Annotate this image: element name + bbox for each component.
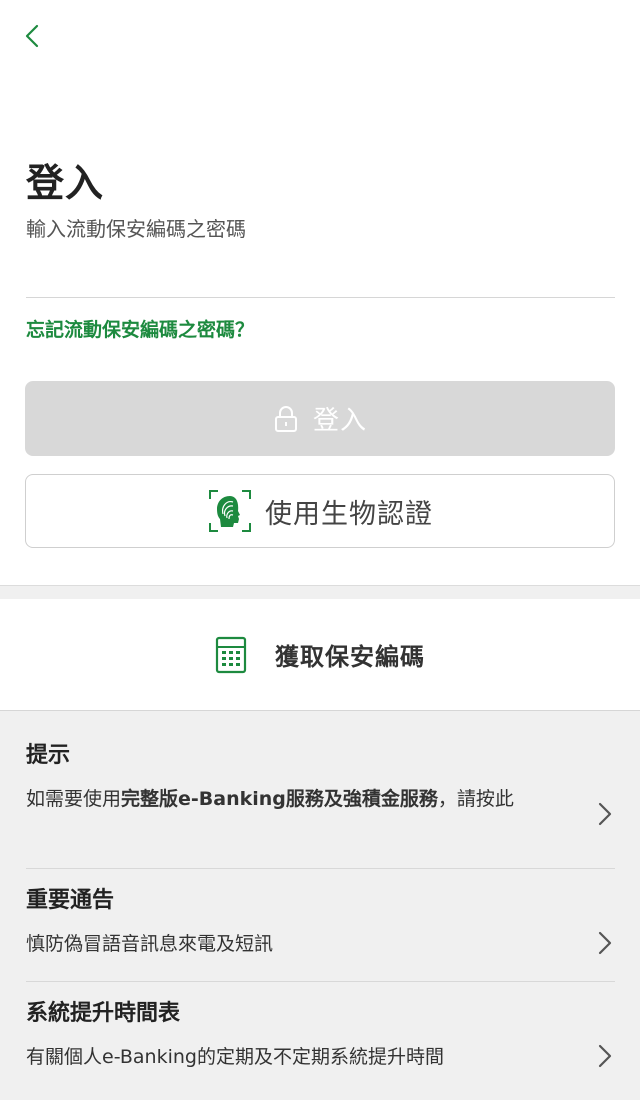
- get-security-code-label: 獲取保安編碼: [275, 643, 425, 671]
- login-panel: 登入 輸入流動保安編碼之密碼 忘記流動保安編碼之密碼？ 登入 使用生物認證: [0, 0, 640, 585]
- back-button[interactable]: [18, 20, 50, 52]
- tip-desc-end: ，請按此: [437, 788, 514, 810]
- schedule-title: 系統提升時間表: [26, 1001, 181, 1026]
- biometric-button[interactable]: 使用生物認證: [25, 474, 615, 548]
- divider: [26, 981, 615, 982]
- login-button[interactable]: 登入: [25, 381, 615, 456]
- fingerprint-face-icon: [209, 490, 251, 532]
- tip-desc-text: 如需要使用: [26, 788, 122, 810]
- get-security-code-row[interactable]: 獲取保安編碼: [0, 599, 640, 711]
- chevron-right-icon: [598, 931, 612, 955]
- notice-item[interactable]: 重要通告 慎防偽冒語音訊息來電及短訊: [26, 882, 615, 960]
- forgot-password-link[interactable]: 忘記流動保安編碼之密碼？: [26, 315, 254, 342]
- biometric-button-label: 使用生物認證: [265, 498, 433, 530]
- schedule-item[interactable]: 系統提升時間表 有關個人e-Banking的定期及不定期系統提升時間: [26, 995, 615, 1073]
- chevron-right-icon: [598, 802, 612, 826]
- login-button-label: 登入: [312, 406, 367, 436]
- chevron-left-icon: [25, 24, 39, 48]
- lock-icon: [274, 405, 297, 432]
- calculator-icon: [215, 636, 247, 673]
- schedule-description: 有關個人e-Banking的定期及不定期系統提升時間: [26, 1046, 444, 1068]
- section-divider: [0, 585, 640, 599]
- tip-item[interactable]: 提示 如需要使用完整版e-Banking服務及強積金服務，請按此: [26, 737, 615, 826]
- chevron-right-icon: [598, 1044, 612, 1068]
- tip-description: 如需要使用完整版e-Banking服務及強積金服務，請按此: [26, 783, 551, 815]
- notice-title: 重要通告: [26, 888, 115, 913]
- password-input[interactable]: [26, 252, 615, 298]
- page-title: 登入: [26, 161, 105, 205]
- notice-description: 慎防偽冒語音訊息來電及短訊: [26, 933, 274, 955]
- info-panel: 提示 如需要使用完整版e-Banking服務及強積金服務，請按此 重要通告 慎防…: [0, 711, 640, 1100]
- tip-title: 提示: [26, 743, 71, 768]
- tip-desc-bold: 完整版e-Banking服務及強積金服務: [121, 788, 438, 810]
- page-subtitle: 輸入流動保安編碼之密碼: [26, 217, 246, 241]
- divider: [26, 868, 615, 869]
